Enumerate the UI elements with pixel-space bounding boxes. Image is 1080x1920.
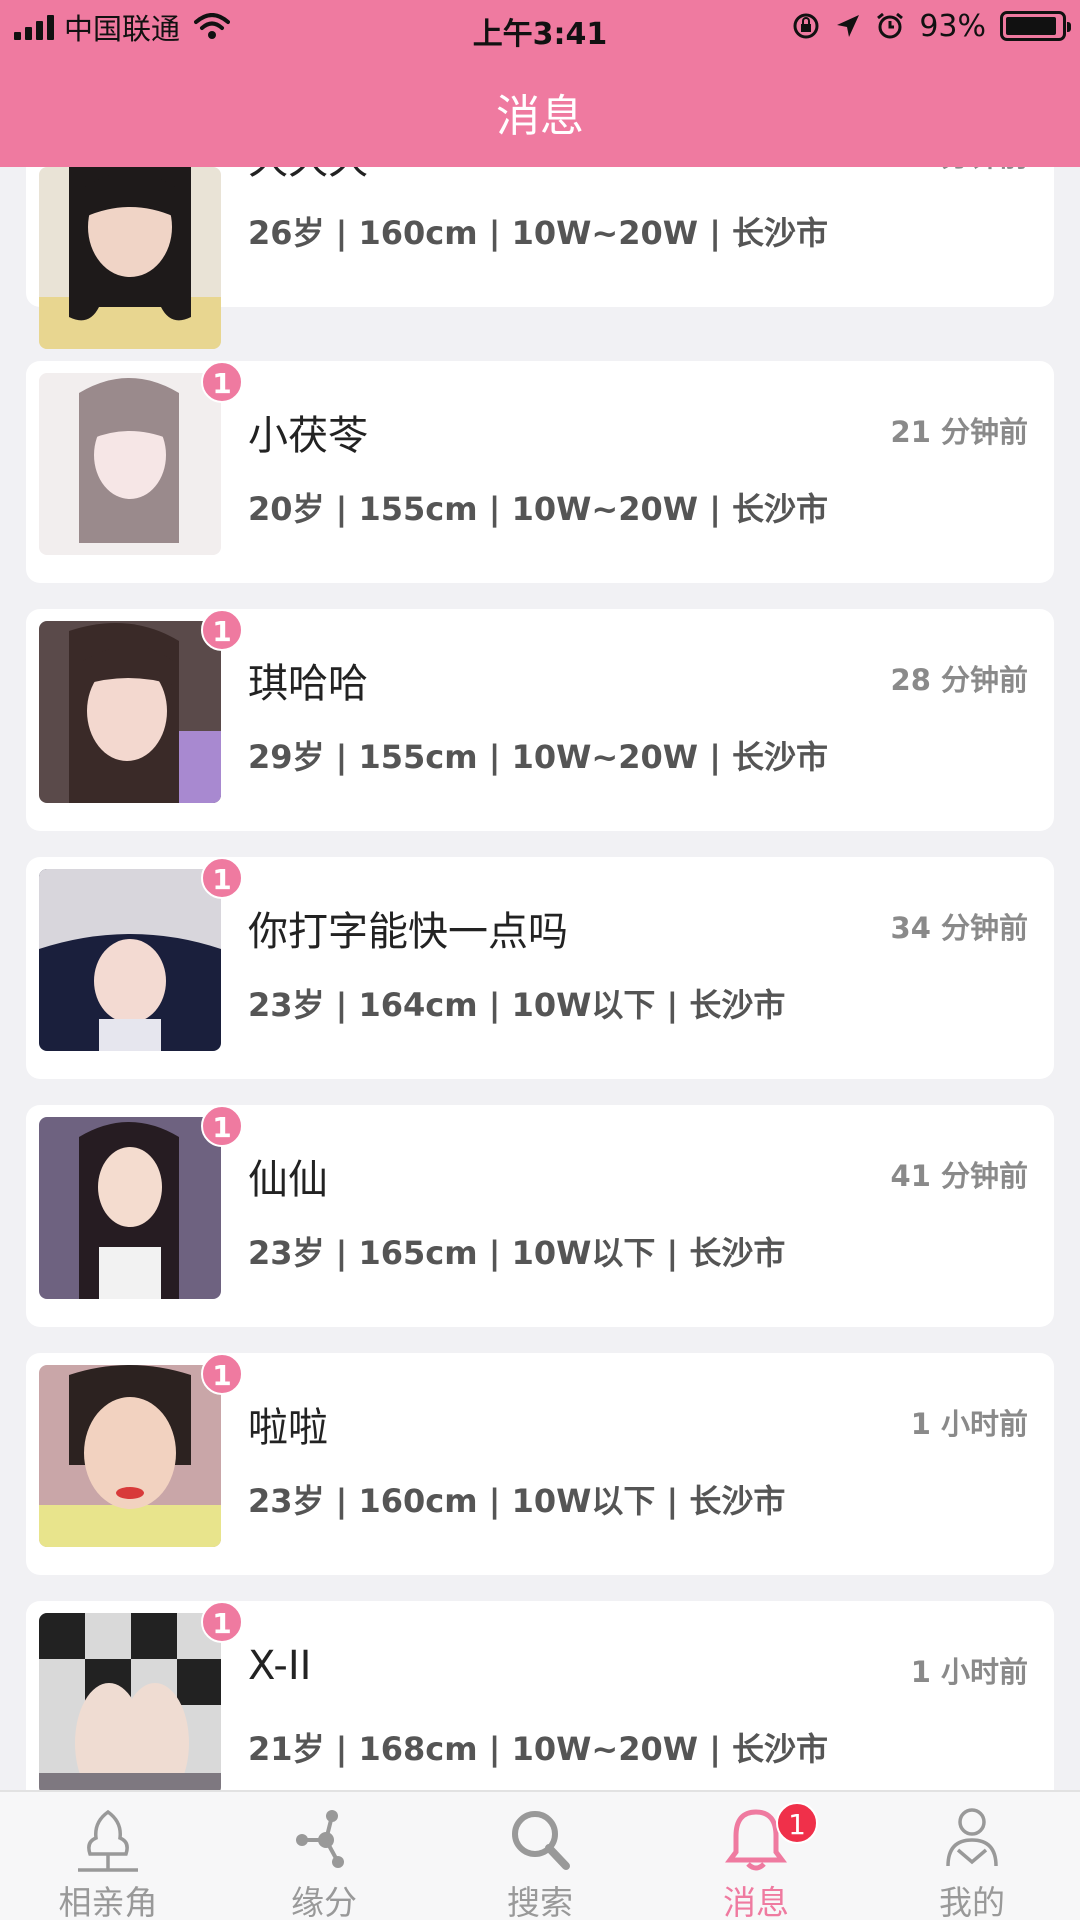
contact-name: X-II bbox=[248, 1643, 312, 1689]
contact-info: 23岁 | 160cm | 10W以下 | 长沙市 bbox=[248, 1482, 786, 1520]
contact-info: 23岁 | 164cm | 10W以下 | 长沙市 bbox=[248, 986, 786, 1024]
profile-icon bbox=[946, 1808, 998, 1867]
message-time: 1 小时前 bbox=[910, 1407, 1028, 1441]
unread-badge: 1 bbox=[201, 857, 243, 899]
contact-name: 啦啦 bbox=[248, 1405, 328, 1451]
message-time: 1 小时前 bbox=[910, 1655, 1028, 1689]
contact-info: 23岁 | 165cm | 10W以下 | 长沙市 bbox=[248, 1234, 786, 1272]
avatar[interactable] bbox=[39, 373, 221, 555]
tab-label: 我的 bbox=[939, 1883, 1005, 1920]
message-time: 41 分钟前 bbox=[890, 1159, 1028, 1193]
search-icon bbox=[512, 1811, 570, 1870]
tab-unread-badge: 1 bbox=[776, 1802, 818, 1844]
molecule-icon bbox=[296, 1810, 344, 1868]
tree-icon bbox=[78, 1809, 138, 1872]
unread-badge: 1 bbox=[201, 1353, 243, 1395]
status-right: 93% bbox=[791, 8, 1071, 44]
rotation-lock-icon bbox=[793, 13, 819, 39]
message-time: 28 分钟前 bbox=[890, 663, 1028, 697]
avatar[interactable] bbox=[39, 621, 221, 803]
messages-screen: 久久久 12 分钟前 26岁 | 160cm | 10W~20W | 长沙市 1… bbox=[0, 0, 1080, 1920]
contact-info: 20岁 | 155cm | 10W~20W | 长沙市 bbox=[248, 490, 829, 528]
message-item[interactable]: 1 琪哈哈 28 分钟前 29岁 | 155cm | 10W~20W | 长沙市 bbox=[26, 609, 1054, 831]
location-icon bbox=[837, 15, 860, 37]
battery-percent: 93% bbox=[919, 8, 986, 44]
tab-profile[interactable]: 我的 bbox=[864, 1792, 1080, 1920]
message-time: 21 分钟前 bbox=[890, 415, 1028, 449]
avatar[interactable] bbox=[39, 1117, 221, 1299]
contact-name: 小茯苓 bbox=[248, 413, 368, 459]
tab-fate[interactable]: 缘分 bbox=[216, 1792, 432, 1920]
message-item[interactable]: 1 X-II 1 小时前 21岁 | 168cm | 10W~20W | 长沙市 bbox=[26, 1601, 1054, 1790]
tab-bar: 相亲角 缘分 搜索 1 消息 我的 bbox=[0, 1790, 1080, 1920]
status-bar: 中国联通 上午3:41 93% bbox=[0, 0, 1080, 56]
tab-label: 搜索 bbox=[507, 1883, 573, 1920]
message-list[interactable]: 久久久 12 分钟前 26岁 | 160cm | 10W~20W | 长沙市 1… bbox=[0, 0, 1080, 1790]
message-time: 34 分钟前 bbox=[890, 911, 1028, 945]
avatar[interactable] bbox=[39, 869, 221, 1051]
message-item[interactable]: 1 小茯苓 21 分钟前 20岁 | 155cm | 10W~20W | 长沙市 bbox=[26, 361, 1054, 583]
avatar[interactable] bbox=[39, 167, 221, 349]
unread-badge: 1 bbox=[201, 1601, 243, 1643]
tab-search[interactable]: 搜索 bbox=[432, 1792, 648, 1920]
alarm-icon bbox=[877, 12, 904, 39]
contact-info: 21岁 | 168cm | 10W~20W | 长沙市 bbox=[248, 1730, 829, 1768]
unread-badge: 1 bbox=[201, 609, 243, 651]
unread-badge: 1 bbox=[201, 361, 243, 403]
avatar[interactable] bbox=[39, 1613, 221, 1790]
page-title: 消息 bbox=[496, 91, 584, 142]
unread-badge: 1 bbox=[201, 1105, 243, 1147]
message-item[interactable]: 1 你打字能快一点吗 34 分钟前 23岁 | 164cm | 10W以下 | … bbox=[26, 857, 1054, 1079]
contact-info: 29岁 | 155cm | 10W~20W | 长沙市 bbox=[248, 738, 829, 776]
battery-level bbox=[1006, 17, 1057, 35]
battery-icon bbox=[1000, 11, 1071, 41]
tab-label: 消息 bbox=[723, 1883, 789, 1920]
tab-messages[interactable]: 1 消息 bbox=[648, 1792, 864, 1920]
contact-info: 26岁 | 160cm | 10W~20W | 长沙市 bbox=[248, 214, 829, 252]
app-header: 中国联通 上午3:41 93% 消息 bbox=[0, 0, 1080, 167]
contact-name: 你打字能快一点吗 bbox=[248, 909, 568, 955]
contact-name: 仙仙 bbox=[248, 1157, 328, 1203]
tab-label: 缘分 bbox=[291, 1883, 357, 1920]
message-item[interactable]: 1 啦啦 1 小时前 23岁 | 160cm | 10W以下 | 长沙市 bbox=[26, 1353, 1054, 1575]
message-item[interactable]: 1 仙仙 41 分钟前 23岁 | 165cm | 10W以下 | 长沙市 bbox=[26, 1105, 1054, 1327]
avatar[interactable] bbox=[39, 1365, 221, 1547]
tab-label: 相亲角 bbox=[58, 1883, 158, 1920]
tab-matchmaking[interactable]: 相亲角 bbox=[0, 1792, 216, 1920]
contact-name: 琪哈哈 bbox=[248, 661, 368, 707]
